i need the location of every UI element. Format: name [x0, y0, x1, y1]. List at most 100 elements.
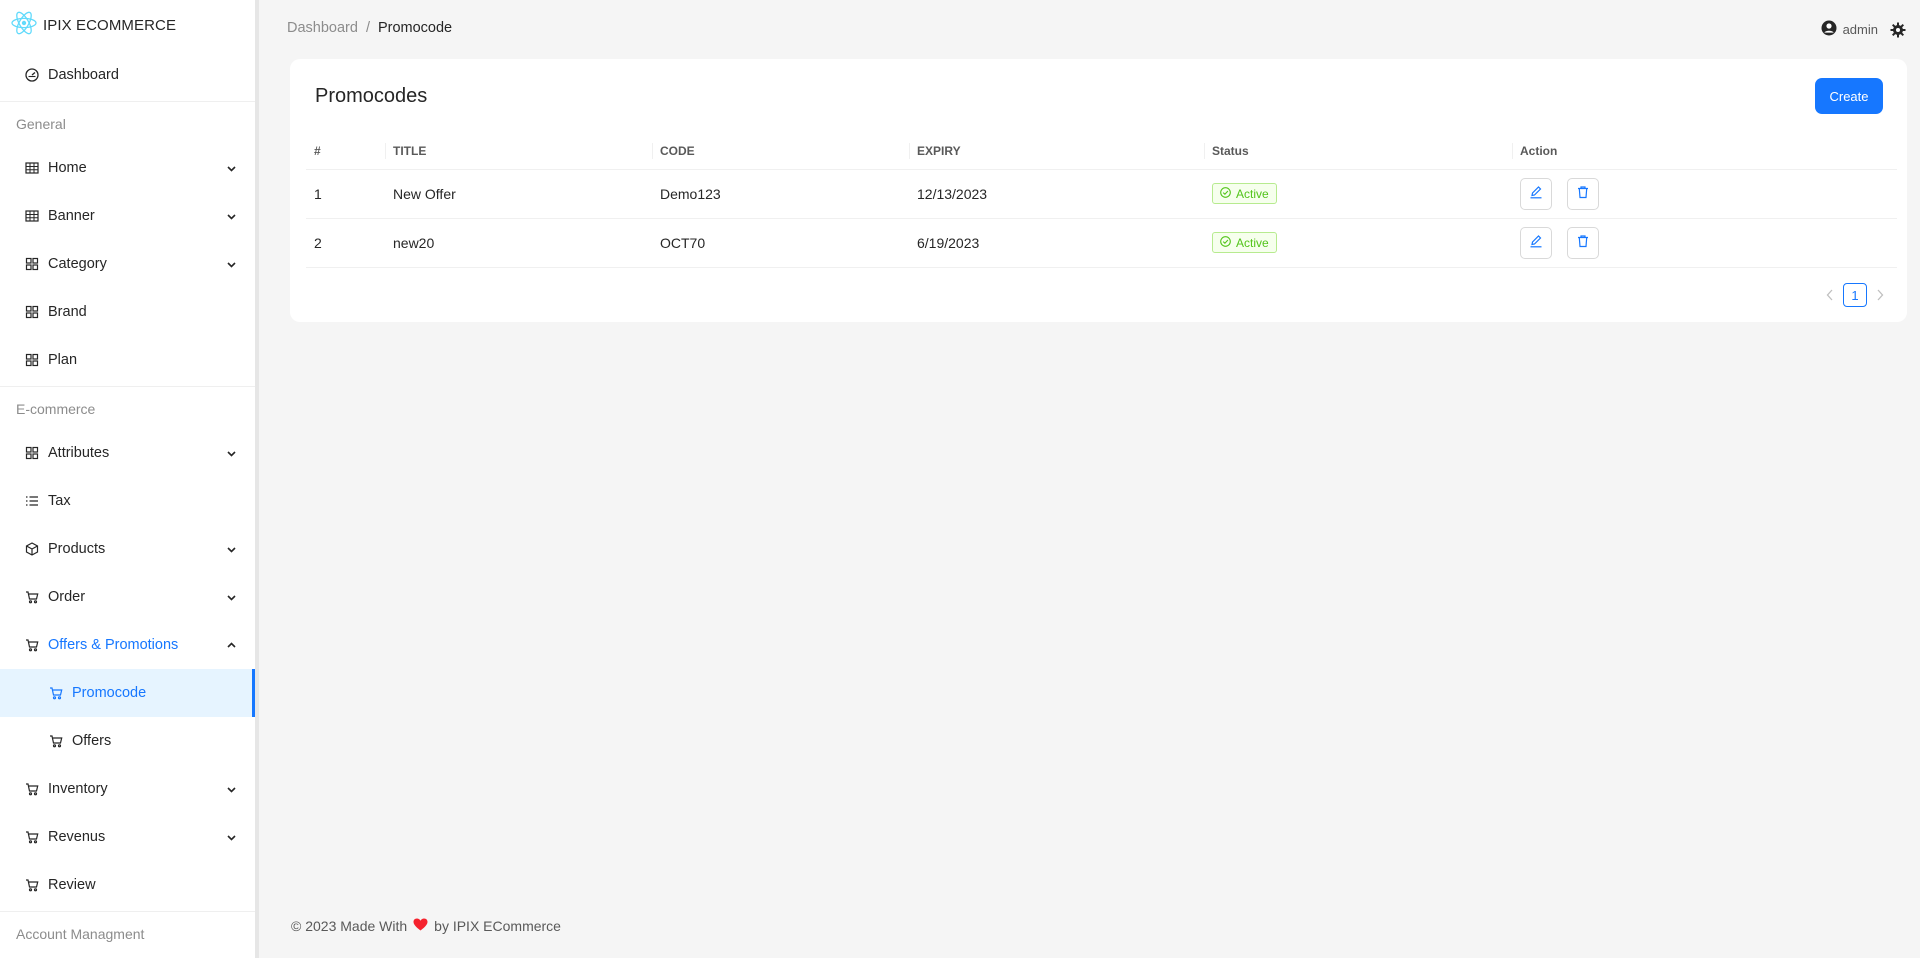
chevron-down-icon [225, 162, 237, 174]
edit-button[interactable] [1520, 177, 1552, 210]
list-icon [24, 493, 40, 509]
cell-expiry: 6/19/2023 [909, 218, 1204, 268]
chevron-down-icon [225, 831, 237, 843]
brand[interactable]: IPIX ECOMMERCE [0, 0, 255, 51]
footer: © 2023 Made With by IPIX ECommerce [291, 918, 561, 934]
sidebar-item-label: Revenus [48, 829, 106, 845]
dashboard-icon [24, 67, 40, 83]
column-header-title[interactable]: TITLE [385, 133, 652, 170]
check-circle-icon [1220, 235, 1231, 250]
column-header-status[interactable]: Status [1204, 133, 1512, 170]
edit-button[interactable] [1520, 226, 1552, 259]
cell-code: OCT70 [652, 218, 909, 268]
sidebar-item-dashboard[interactable]: Dashboard [0, 51, 255, 99]
column-header-expiry[interactable]: EXPIRY [909, 133, 1204, 170]
cell-title: new20 [385, 218, 652, 268]
user-menu[interactable]: admin [1821, 20, 1878, 39]
page-number[interactable]: 1 [1843, 283, 1867, 307]
status-badge: Active [1212, 183, 1277, 204]
pagination: 1 [1823, 283, 1887, 307]
chevron-up-icon [225, 639, 237, 651]
column-header-action: Action [1512, 133, 1897, 170]
promocodes-card: Promocodes Create # TITLE CODE EXPIRY St… [290, 59, 1907, 322]
topbar: Dashboard / Promocode [259, 0, 1920, 56]
cell-status: Active [1204, 218, 1512, 268]
main-content: Dashboard / Promocode admin Promocodes C… [259, 0, 1920, 958]
appstore-icon [24, 304, 40, 320]
prev-page-icon[interactable] [1823, 285, 1837, 305]
sidebar-item-brand[interactable]: Brand [0, 288, 255, 336]
column-header-index[interactable]: # [306, 133, 385, 170]
divider [0, 911, 255, 912]
sidebar-item-label: Tax [48, 493, 71, 509]
column-header-code[interactable]: CODE [652, 133, 909, 170]
sidebar-item-banner[interactable]: Banner [0, 192, 255, 240]
status-badge: Active [1212, 232, 1277, 253]
group-label-general: General [16, 116, 66, 132]
active-indicator [252, 669, 255, 717]
react-atom-icon [10, 9, 38, 42]
check-circle-icon [1220, 186, 1231, 201]
sidebar-item-plan[interactable]: Plan [0, 336, 255, 384]
sidebar-item-category[interactable]: Category [0, 240, 255, 288]
cell-action [1512, 218, 1897, 268]
sidebar-item-label: Review [48, 877, 96, 893]
chevron-down-icon [225, 210, 237, 222]
next-page-icon[interactable] [1873, 285, 1887, 305]
sidebar-item-offers-promotions[interactable]: Offers & Promotions [0, 621, 255, 669]
sidebar-item-label: Products [48, 541, 106, 557]
sidebar-item-order[interactable]: Order [0, 573, 255, 621]
sidebar-item-products[interactable]: Products [0, 525, 255, 573]
chevron-down-icon [225, 543, 237, 555]
sidebar-item-promocode[interactable]: Promocode [0, 669, 255, 717]
breadcrumb-separator: / [365, 20, 370, 36]
gear-icon[interactable] [1888, 20, 1908, 40]
card-header: Promocodes Create [290, 59, 1907, 133]
cart-icon [24, 829, 40, 845]
sidebar-item-revenus[interactable]: Revenus [0, 813, 255, 861]
sidebar-item-tax[interactable]: Tax [0, 477, 255, 525]
chevron-down-icon [225, 591, 237, 603]
sidebar-item-label: Banner [48, 208, 95, 224]
sidebar-item-review[interactable]: Review [0, 861, 255, 909]
heart-icon [413, 918, 428, 934]
footer-suffix: by IPIX ECommerce [434, 918, 561, 934]
sidebar-item-home[interactable]: Home [0, 144, 255, 192]
brand-name: IPIX ECOMMERCE [43, 17, 177, 34]
cart-icon [24, 877, 40, 893]
table-header-row: # TITLE CODE EXPIRY Status Action [306, 133, 1897, 170]
username: admin [1842, 22, 1878, 37]
appstore-icon [24, 256, 40, 272]
sidebar-item-offers[interactable]: Offers [0, 717, 255, 765]
cart-icon [24, 589, 40, 605]
cart-icon [48, 733, 64, 749]
appstore-icon [24, 352, 40, 368]
edit-icon [1529, 185, 1543, 202]
box-icon [24, 541, 40, 557]
promocodes-table: # TITLE CODE EXPIRY Status Action 1 New … [306, 133, 1897, 268]
breadcrumb-current: Promocode [377, 20, 453, 36]
sidebar-item-attributes[interactable]: Attributes [0, 429, 255, 477]
cart-icon [24, 781, 40, 797]
sidebar-item-label: Brand [48, 304, 87, 320]
sidebar-item-label: Inventory [48, 781, 108, 797]
breadcrumb: Dashboard / Promocode [287, 20, 452, 36]
page-title: Promocodes [315, 84, 428, 107]
create-button[interactable]: Create [1815, 78, 1883, 114]
table-row: 2 new20 OCT70 6/19/2023 Active [306, 218, 1897, 268]
sidebar-item-label: Order [48, 589, 86, 605]
sidebar-item-label: Promocode [72, 685, 147, 701]
sidebar-item-label: Dashboard [48, 67, 119, 83]
delete-button[interactable] [1567, 177, 1599, 210]
table-icon [24, 160, 40, 176]
sidebar-item-inventory[interactable]: Inventory [0, 765, 255, 813]
sidebar-item-label: Plan [48, 352, 78, 368]
sidebar-item-label: Offers [72, 733, 112, 749]
group-label-ecommerce: E-commerce [16, 401, 96, 417]
delete-button[interactable] [1567, 226, 1599, 259]
cart-icon [24, 637, 40, 653]
breadcrumb-link-dashboard[interactable]: Dashboard [287, 20, 358, 36]
divider [0, 101, 255, 102]
status-text: Active [1236, 186, 1269, 201]
cell-status: Active [1204, 169, 1512, 219]
